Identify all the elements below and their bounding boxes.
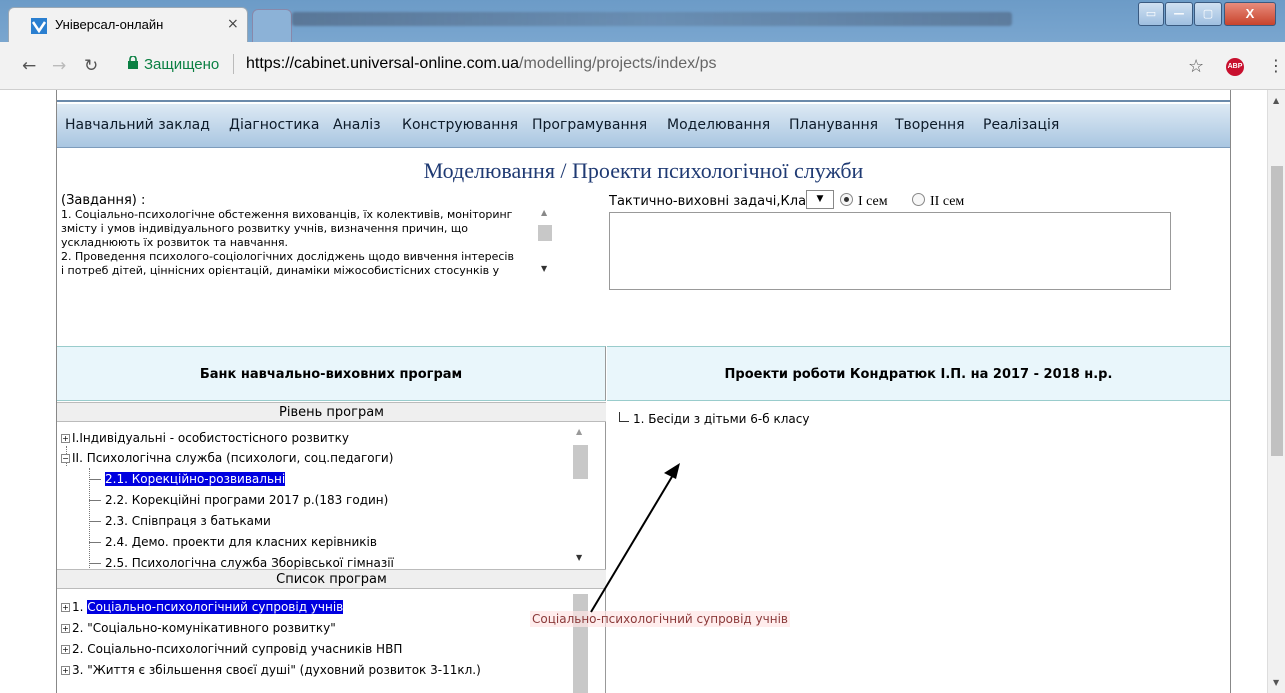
program-list-scrollbar[interactable]: [571, 594, 589, 693]
window-extra-button[interactable]: ▭: [1138, 2, 1164, 26]
menu-item-construction[interactable]: Конструювання: [402, 117, 518, 133]
tree-item[interactable]: + І.Індивідуальні - особистостісного розв…: [61, 428, 349, 448]
window-minimize-button[interactable]: —: [1165, 2, 1193, 26]
scroll-down-icon[interactable]: ▼: [541, 264, 547, 273]
program-level-tree: + І.Індивідуальні - особистостісного розв…: [61, 428, 571, 576]
menu-item-school[interactable]: Навчальний заклад: [65, 117, 210, 133]
projects-header: Проекти роботи Кондратюк І.П. на 2017 - …: [607, 346, 1230, 401]
scroll-down-icon[interactable]: ▼: [1273, 678, 1279, 687]
address-separator: [233, 54, 234, 74]
tree-item[interactable]: − ІІ. Психологічна служба (психологи, соц…: [61, 448, 393, 468]
new-tab-button[interactable]: [252, 9, 292, 42]
semester-2-radio[interactable]: [912, 193, 925, 206]
expand-plus-icon[interactable]: +: [61, 603, 70, 612]
project-item[interactable]: 1. Бесіди з дітьми 6-б класу: [619, 412, 809, 426]
browser-tab-active[interactable]: Універсал-онлайн ×: [8, 7, 248, 42]
expand-plus-icon[interactable]: +: [61, 434, 70, 443]
menu-item-programming[interactable]: Програмування: [532, 117, 647, 133]
browser-toolbar: ← → ↻ Защищено https://cabinet.universal…: [0, 42, 1285, 90]
tasks-scrollbar[interactable]: ▲ ▼: [536, 208, 554, 284]
tree-connector: [89, 563, 101, 564]
window-close-button[interactable]: X: [1224, 2, 1276, 26]
back-arrow-icon[interactable]: ←: [22, 56, 36, 76]
menu-item-creation[interactable]: Творення: [895, 117, 965, 133]
tree-connector: [89, 521, 101, 522]
expand-plus-icon[interactable]: +: [61, 624, 70, 633]
scroll-up-icon[interactable]: ▲: [576, 427, 582, 436]
program-bank-header: Банк навчально-виховних програм: [57, 346, 606, 401]
tree-connector: [89, 542, 101, 543]
url-text[interactable]: https://cabinet.universal-online.com.ua/…: [246, 55, 716, 73]
tree-corner-icon: [619, 412, 629, 422]
page-title: Моделювання / Проекти психологічної служ…: [423, 158, 864, 183]
tasks-textarea[interactable]: 1. Соціально-психологічне обстеження вих…: [61, 208, 561, 285]
tactic-tasks-label: Тактично-виховні задачі,Клас: [609, 194, 814, 209]
scroll-up-icon[interactable]: ▲: [541, 208, 547, 217]
secure-label: Защищено: [144, 56, 220, 73]
address-bar[interactable]: Защищено https://cabinet.universal-onlin…: [112, 50, 1212, 80]
bookmark-star-icon[interactable]: ☆: [1188, 56, 1204, 77]
tasks-line: і потреб дітей, ціннісних орієнтацій, ди…: [61, 264, 500, 277]
collapse-minus-icon[interactable]: −: [61, 454, 70, 463]
semester-2-label: ІІ сем: [930, 194, 965, 209]
level-tree-scrollbar[interactable]: ▲ ▼: [571, 427, 589, 567]
tasks-line: ускладнюють їх розвиток та навчання.: [61, 236, 289, 249]
tasks-line: змісту і умов індивідуального розвитку у…: [61, 222, 468, 235]
tree-item-selected[interactable]: +1. Соціально-психологічний супровід учн…: [61, 597, 344, 617]
expand-plus-icon[interactable]: +: [61, 645, 70, 654]
window-maximize-button[interactable]: ▢: [1194, 2, 1222, 26]
menu-item-modelling[interactable]: Моделювання: [667, 117, 770, 133]
program-list-title: Список програм: [57, 569, 606, 589]
main-menu: Навчальний заклад Діагностика Аналіз Кон…: [57, 104, 1230, 148]
window-titlebar: Універсал-онлайн × ▭ — ▢ X: [0, 0, 1285, 42]
scroll-down-icon[interactable]: ▼: [576, 553, 582, 562]
tasks-line: 1. Соціально-психологічне обстеження вих…: [61, 208, 513, 221]
tree-item[interactable]: +2. Соціально-психологічний супровід уча…: [61, 639, 402, 659]
scroll-thumb[interactable]: [538, 225, 552, 241]
blurred-window-title: [292, 12, 1012, 26]
projects-panel: 1. Бесіди з дітьми 6-б класу: [607, 402, 1230, 693]
tasks-line: 2. Проведення психолого-соціологічних до…: [61, 250, 514, 263]
reload-icon[interactable]: ↻: [84, 56, 98, 76]
semester-1-label: І сем: [858, 194, 888, 209]
tree-item[interactable]: +2. "Соціально-комунікативного розвитку": [61, 618, 336, 638]
drag-ghost-label: Соціально-психологічний супровід учнів: [530, 611, 790, 627]
program-bank-panel: Рівень програм + І.Індивідуальні - особис…: [57, 402, 606, 693]
menu-item-implementation[interactable]: Реалізація: [983, 117, 1059, 133]
tree-item[interactable]: 2.4. Демо. проекти для класних керівникі…: [89, 532, 377, 552]
scroll-thumb[interactable]: [573, 594, 588, 693]
tree-connector: [89, 479, 101, 480]
tab-close-icon[interactable]: ×: [227, 16, 239, 32]
tree-item-selected[interactable]: 2.1. Корекційно-розвивальні: [89, 469, 286, 489]
menu-item-diagnostics[interactable]: Діагностика: [229, 117, 319, 133]
page-scrollbar[interactable]: ▲ ▼: [1267, 90, 1285, 693]
site-favicon-icon: [31, 18, 47, 34]
program-list-tree: +1. Соціально-психологічний супровід учн…: [61, 597, 571, 693]
lock-icon: [128, 56, 138, 69]
top-strip: [57, 100, 1230, 102]
tree-item[interactable]: 2.3. Співпраця з батьками: [89, 511, 271, 531]
tree-item[interactable]: 2.2. Корекційні програми 2017 р.(183 год…: [89, 490, 388, 510]
adblock-plus-icon[interactable]: ABP: [1226, 58, 1244, 76]
tactic-tasks-textarea[interactable]: [609, 212, 1171, 290]
forward-arrow-icon[interactable]: →: [52, 56, 66, 76]
class-select[interactable]: ▼: [806, 190, 834, 209]
chrome-menu-icon[interactable]: ⋮: [1268, 56, 1284, 75]
scroll-thumb[interactable]: [1271, 166, 1283, 456]
scroll-thumb[interactable]: [573, 445, 588, 479]
tab-title: Універсал-онлайн: [55, 17, 164, 32]
tree-connector: [89, 500, 101, 501]
scroll-up-icon[interactable]: ▲: [1273, 96, 1279, 105]
page-viewport: Навчальний заклад Діагностика Аналіз Кон…: [0, 90, 1285, 693]
tree-item[interactable]: +3. "Життя є збільшення своєї душі" (дух…: [61, 660, 481, 680]
semester-1-radio[interactable]: [840, 193, 853, 206]
menu-item-analysis[interactable]: Аналіз: [333, 117, 381, 133]
menu-item-planning[interactable]: Планування: [789, 117, 878, 133]
tasks-label: (Завдання) :: [61, 193, 146, 208]
program-level-title: Рівень програм: [57, 402, 606, 422]
expand-plus-icon[interactable]: +: [61, 666, 70, 675]
